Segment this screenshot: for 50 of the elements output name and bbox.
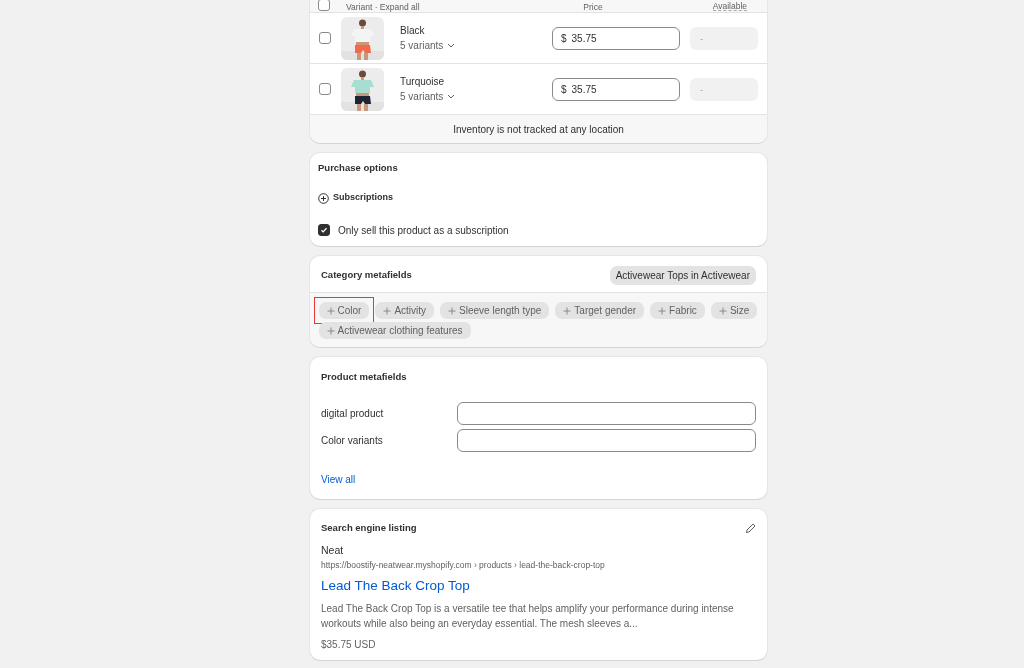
column-header: Variant · Expand all xyxy=(346,2,420,11)
plus-icon xyxy=(563,306,572,315)
checkbox-label: Only sell this product as a subscription xyxy=(338,223,509,238)
view-all-link[interactable]: View all xyxy=(321,472,356,487)
variants-toggle[interactable]: 5 variants xyxy=(400,89,456,104)
plus-icon xyxy=(326,306,335,315)
plus-icon xyxy=(718,306,727,315)
input-field[interactable] xyxy=(457,429,756,452)
field-label: Color variants xyxy=(321,434,384,448)
page-description: Lead The Back Crop Top is a versatile tee that helps amplify your performance during intense workouts while also being an everyday essential. The mesh sleeves a... xyxy=(321,602,735,631)
plus-icon xyxy=(383,306,392,315)
listing-price: $35.75 USD xyxy=(321,638,377,652)
variant-name: Black xyxy=(400,24,426,38)
field-label: digital product xyxy=(321,407,385,421)
category-tag: Activewear Tops in Activewear xyxy=(609,265,756,285)
add-metafield-button[interactable]: Activity xyxy=(375,302,435,320)
card-title: Product metafields xyxy=(321,369,408,384)
chevron-down-icon xyxy=(447,43,456,48)
subscriptions-button[interactable]: Subscriptions xyxy=(318,191,759,205)
card-title: Category metafields xyxy=(321,268,412,283)
add-metafield-button[interactable]: Color xyxy=(318,302,370,320)
column-header: Price xyxy=(583,2,603,11)
checkbox[interactable] xyxy=(319,83,331,95)
card-title: Purchase options xyxy=(318,161,399,175)
plus-circle-icon xyxy=(318,192,329,204)
checkbox[interactable] xyxy=(319,32,331,44)
add-metafield-button[interactable]: Size xyxy=(710,302,758,320)
inventory-note: Inventory is not tracked at any location xyxy=(310,115,767,143)
page-title-link[interactable]: Lead The Back Crop Top xyxy=(321,575,756,596)
add-metafield-button[interactable]: Sleeve length type xyxy=(440,302,550,320)
add-metafield-button[interactable]: Fabric xyxy=(650,302,705,320)
price-field[interactable]: $ 35.75 xyxy=(552,77,680,101)
variant-name: Turquoise xyxy=(400,75,446,89)
add-metafield-button[interactable]: Activewear clothing features xyxy=(318,322,471,340)
plus-icon xyxy=(658,306,667,315)
card-title: Search engine listing xyxy=(321,521,417,535)
input-field[interactable] xyxy=(457,402,756,425)
plus-icon xyxy=(326,326,335,335)
price-field[interactable]: $ 35.75 xyxy=(552,26,680,50)
site-name: Neat xyxy=(321,543,345,559)
column-header: Available xyxy=(712,1,747,11)
add-metafield-button[interactable]: Target gender xyxy=(555,302,645,320)
plus-icon xyxy=(448,306,457,315)
check-icon xyxy=(320,226,328,235)
variants-toggle[interactable]: 5 variants xyxy=(400,38,456,53)
chevron-down-icon xyxy=(447,94,456,99)
edit-icon[interactable] xyxy=(745,522,756,534)
checkbox[interactable] xyxy=(318,224,330,237)
checkbox[interactable] xyxy=(318,0,330,11)
page-url: https://boostify-neatwear.myshopify.com › products › lead-the-back-crop-top xyxy=(321,559,606,572)
